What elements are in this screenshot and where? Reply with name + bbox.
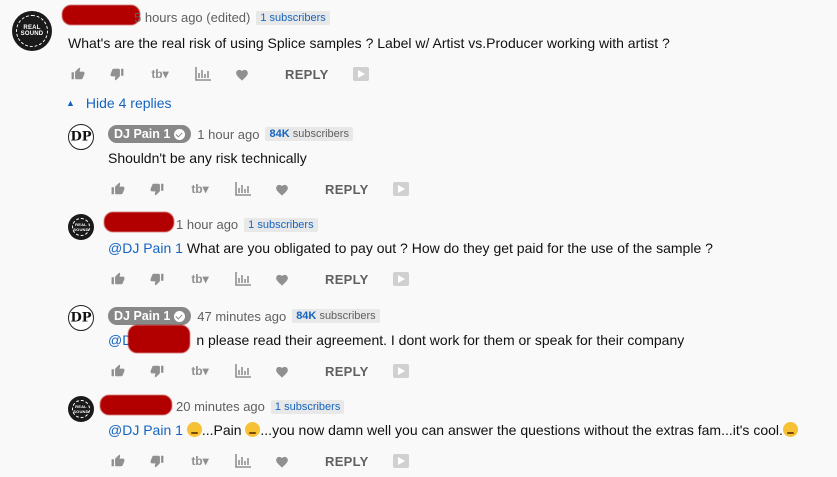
play-pick-icon[interactable] — [392, 454, 409, 468]
avatar[interactable]: DP — [68, 124, 94, 150]
subscriber-badge: 1 subscribers — [256, 10, 330, 25]
avatar-monogram: DP — [70, 310, 92, 326]
author-badge[interactable]: DJ Pain 1 — [108, 125, 192, 143]
play-pick-icon[interactable] — [392, 272, 409, 286]
comment-body: Shouldn't be any risk technically — [108, 150, 307, 166]
stats-icon[interactable] — [233, 179, 253, 199]
author-name: DJ Pain 1 — [114, 127, 171, 141]
heart-icon[interactable] — [272, 361, 292, 381]
tb-rating-icon[interactable]: tb▾ — [146, 64, 174, 84]
play-pick-icon[interactable] — [392, 182, 409, 196]
author-badge[interactable]: DJ Pain 1 — [108, 307, 192, 325]
comment-meta: 1 hour ago 1 subscribers — [176, 217, 318, 232]
comment-text: @DJ Pain 1 What are you obligated to pay… — [108, 240, 713, 256]
grinning-emoji-icon — [245, 422, 261, 437]
author-name: DJ Pain 1 — [114, 309, 171, 323]
tb-rating-icon[interactable]: tb▾ — [186, 451, 214, 471]
comment-actions: tb▾ REPLY — [68, 64, 369, 84]
comment-time[interactable]: 1 hour ago — [197, 127, 259, 142]
comment-meta: 5 hours ago (edited) 1 subscribers — [134, 10, 330, 25]
thumb-up-icon[interactable] — [68, 64, 88, 84]
heart-icon[interactable] — [272, 179, 292, 199]
subscriber-badge: 84K subscribers — [265, 127, 353, 141]
subscriber-word: subscribers — [319, 310, 376, 322]
thumb-down-icon[interactable] — [147, 179, 167, 199]
thumb-up-icon[interactable] — [108, 451, 128, 471]
subscriber-count: 84K — [296, 310, 317, 322]
thumb-down-icon[interactable] — [147, 451, 167, 471]
tb-rating-icon[interactable]: tb▾ — [186, 179, 214, 199]
comment-text: Shouldn't be any risk technically — [108, 150, 307, 166]
hide-replies-toggle[interactable]: ▲ Hide 4 replies — [66, 95, 172, 111]
comment-body: What are you obligated to pay out ? How … — [186, 240, 713, 256]
subscriber-word: subscribers — [292, 128, 349, 140]
verified-check-icon — [174, 128, 186, 140]
stats-icon[interactable] — [233, 361, 253, 381]
comment-actions: tb▾ REPLY — [108, 269, 409, 289]
comment-body-part-1: ...Pain — [201, 422, 242, 438]
tb-rating-icon[interactable]: tb▾ — [186, 361, 214, 381]
reply-button[interactable]: REPLY — [325, 364, 369, 379]
redacted-author-name — [104, 212, 174, 232]
comment-text: What's are the real risk of using Splice… — [68, 35, 670, 51]
comment-body-part-2: ...you now damn well you can answer the … — [260, 422, 783, 438]
comment-actions: tb▾ REPLY — [108, 361, 409, 381]
avatar-logo-text: REAL SOUND — [20, 25, 44, 37]
verified-check-icon — [174, 310, 186, 322]
mention-link[interactable]: @DJ Pain 1 — [108, 422, 183, 438]
comment-actions: tb▾ REPLY — [108, 451, 409, 471]
comment-body: n please read their agreement. I dont wo… — [196, 332, 685, 348]
heart-icon[interactable] — [232, 64, 252, 84]
thumb-down-icon[interactable] — [147, 269, 167, 289]
heart-icon[interactable] — [272, 451, 292, 471]
subscriber-badge: 1 subscribers — [270, 399, 345, 414]
thumb-up-icon[interactable] — [108, 179, 128, 199]
caret-up-icon: ▲ — [66, 98, 75, 108]
subscriber-count: 84K — [269, 128, 290, 140]
comment-time[interactable]: 5 hours ago (edited) — [134, 10, 250, 25]
reply-button[interactable]: REPLY — [325, 182, 369, 197]
redacted-author-name — [62, 5, 140, 25]
thumb-up-icon[interactable] — [108, 269, 128, 289]
thumb-up-icon[interactable] — [108, 361, 128, 381]
avatar[interactable]: DP — [68, 305, 94, 331]
tb-rating-icon[interactable]: tb▾ — [186, 269, 214, 289]
avatar-logo-text: REAL SOUND — [73, 222, 89, 232]
subscriber-badge: 84K subscribers — [292, 309, 380, 323]
avatar-monogram: DP — [70, 129, 92, 145]
stats-icon[interactable] — [233, 451, 253, 471]
thumb-down-icon[interactable] — [107, 64, 127, 84]
comment-meta: DJ Pain 1 47 minutes ago 84K subscribers — [108, 307, 380, 325]
reply-button[interactable]: REPLY — [285, 67, 329, 82]
comment-body: What's are the real risk of using Splice… — [68, 35, 670, 51]
avatar[interactable]: REAL SOUND — [68, 214, 94, 240]
redacted-author-name — [100, 395, 172, 415]
play-pick-icon[interactable] — [352, 67, 369, 81]
comment-time[interactable]: 47 minutes ago — [197, 309, 286, 324]
avatar[interactable]: REAL SOUND — [68, 396, 94, 422]
comment-meta: DJ Pain 1 1 hour ago 84K subscribers — [108, 125, 353, 143]
thumb-down-icon[interactable] — [147, 361, 167, 381]
stats-icon[interactable] — [233, 269, 253, 289]
hide-replies-label: Hide 4 replies — [85, 95, 172, 111]
avatar[interactable]: REAL SOUND — [12, 11, 52, 51]
subscriber-badge: 1 subscribers — [244, 217, 318, 232]
play-pick-icon[interactable] — [392, 364, 409, 378]
comment-text: @DJ Pain 1 ...Pain ...you now damn well … — [108, 422, 798, 438]
avatar-logo-text: REAL SOUND — [73, 404, 89, 414]
comment-time[interactable]: 1 hour ago — [176, 217, 238, 232]
comment-meta: 20 minutes ago 1 subscribers — [176, 399, 345, 414]
redacted-mention — [128, 325, 190, 353]
reply-button[interactable]: REPLY — [325, 454, 369, 469]
smirk-emoji-icon — [782, 422, 798, 437]
comment-text: @D n please read their agreement. I dont … — [108, 332, 684, 348]
comment-time[interactable]: 20 minutes ago — [176, 399, 265, 414]
heart-icon[interactable] — [272, 269, 292, 289]
unamused-emoji-icon — [186, 422, 202, 437]
reply-button[interactable]: REPLY — [325, 272, 369, 287]
comment-actions: tb▾ REPLY — [108, 179, 409, 199]
stats-icon[interactable] — [193, 64, 213, 84]
mention-link[interactable]: @DJ Pain 1 — [108, 240, 183, 256]
